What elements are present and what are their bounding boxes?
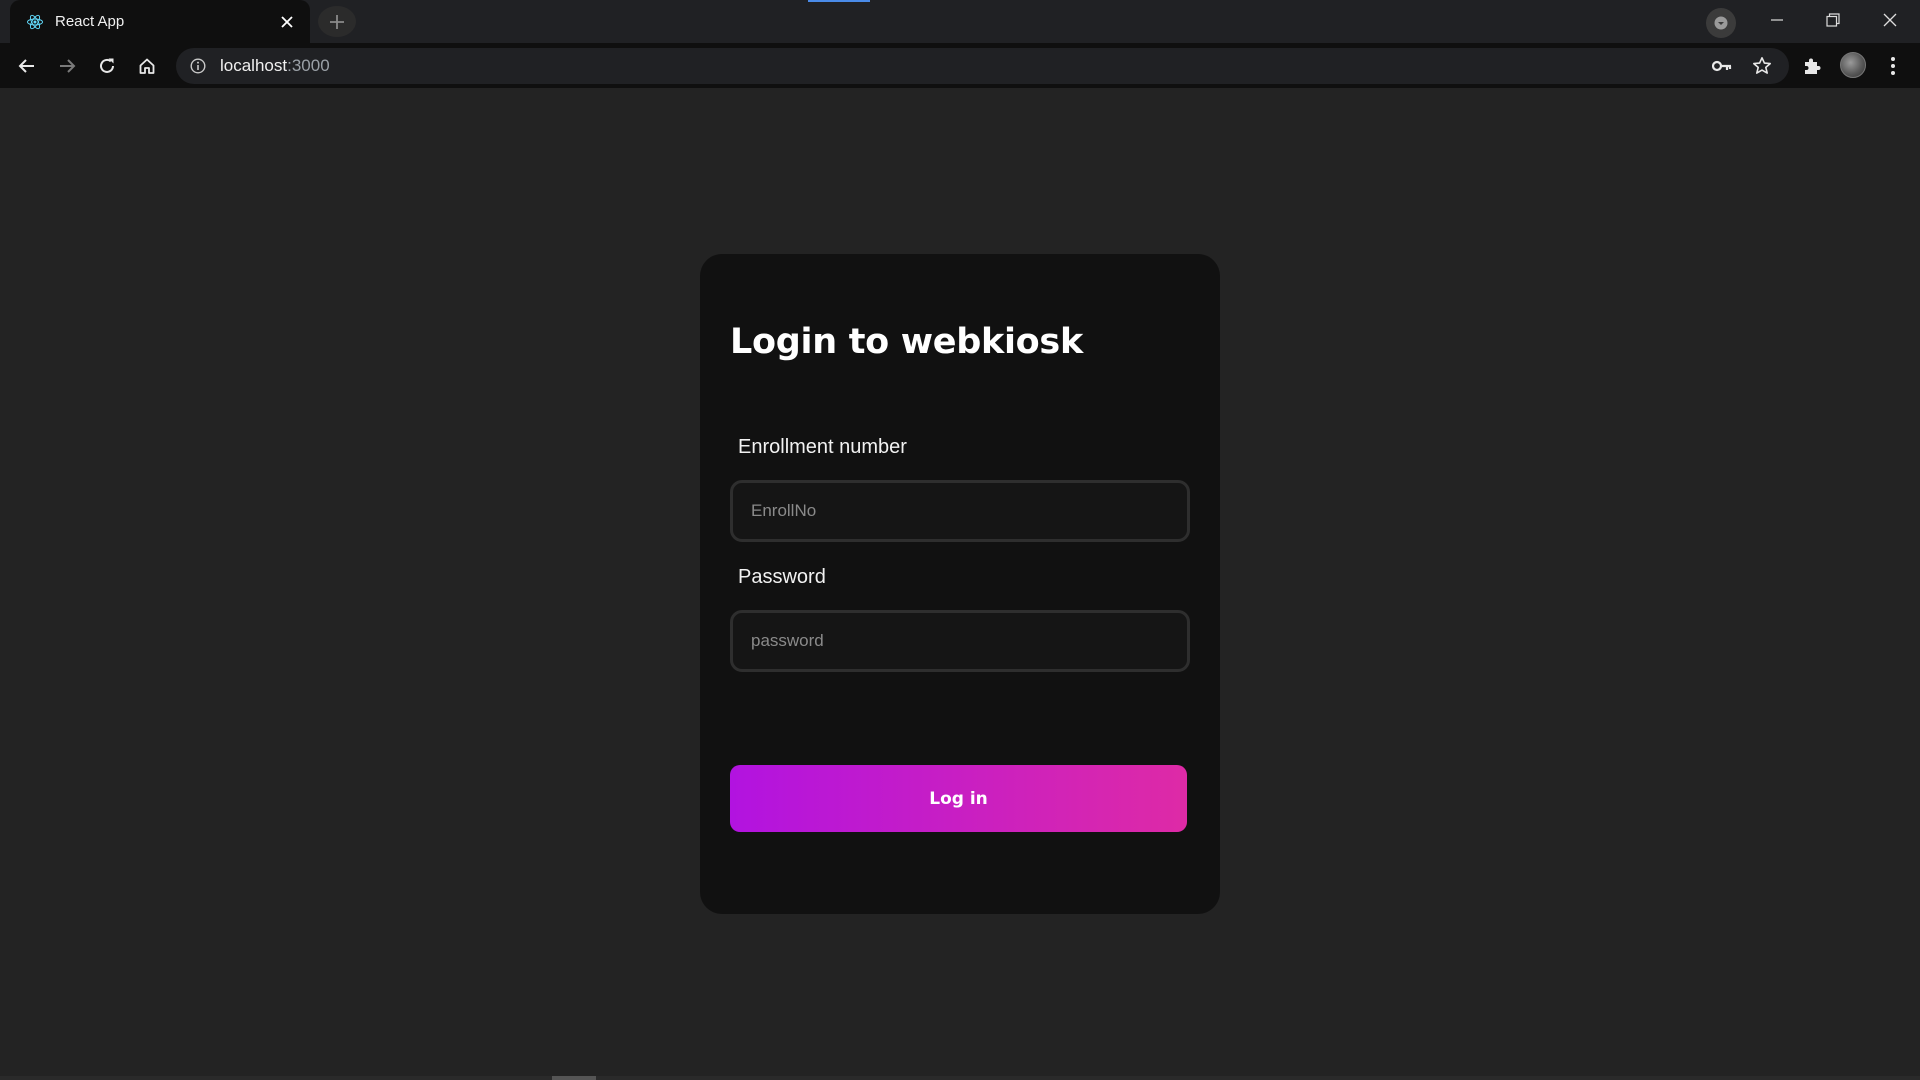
chevron-down-icon (1714, 16, 1728, 30)
close-icon (1883, 13, 1897, 27)
forward-button[interactable] (50, 49, 84, 83)
reload-button[interactable] (90, 49, 124, 83)
extensions-button[interactable] (1795, 49, 1829, 83)
new-tab-button[interactable] (318, 6, 356, 37)
close-window-button[interactable] (1862, 0, 1918, 40)
password-label: Password (738, 566, 826, 588)
bottom-edge (0, 1076, 1920, 1080)
login-title: Login to webkiosk (730, 322, 1083, 362)
home-icon (139, 58, 155, 74)
key-icon[interactable] (1706, 50, 1738, 82)
browser-tabstrip: React App (0, 0, 1920, 43)
enrollment-label: Enrollment number (738, 436, 907, 458)
home-button[interactable] (130, 49, 164, 83)
reload-icon (100, 58, 114, 73)
react-logo-icon (25, 12, 45, 32)
kebab-menu-icon (1891, 57, 1895, 75)
browser-tab-active[interactable]: React App (10, 0, 310, 43)
tab-title: React App (55, 13, 125, 30)
address-bar[interactable]: localhost:3000 (176, 48, 1789, 84)
restore-window-button[interactable] (1805, 0, 1861, 40)
close-tab-icon[interactable] (276, 11, 298, 33)
restore-icon (1826, 13, 1840, 27)
url-port: :3000 (287, 56, 330, 75)
enrollment-input[interactable] (730, 480, 1190, 542)
back-button[interactable] (10, 49, 44, 83)
login-button[interactable]: Log in (730, 765, 1187, 832)
url-host: localhost (220, 56, 288, 75)
star-icon[interactable] (1746, 50, 1778, 82)
loading-indicator (808, 0, 870, 2)
tab-search-button[interactable] (1706, 8, 1736, 38)
arrow-left-icon (18, 59, 34, 73)
scroll-thumb[interactable] (552, 1076, 596, 1080)
minimize-icon (1771, 19, 1783, 21)
browser-toolbar: localhost:3000 (0, 43, 1920, 88)
profile-avatar[interactable] (1840, 52, 1866, 78)
minimize-window-button[interactable] (1749, 0, 1805, 40)
info-icon[interactable] (188, 56, 208, 76)
login-card: Login to webkiosk Enrollment number Pass… (700, 254, 1220, 914)
arrow-right-icon (60, 59, 76, 73)
password-input[interactable] (730, 610, 1190, 672)
browser-menu-button[interactable] (1876, 49, 1910, 83)
page-viewport: Login to webkiosk Enrollment number Pass… (0, 88, 1920, 1080)
puzzle-icon (1805, 58, 1821, 74)
plus-icon (330, 14, 344, 29)
